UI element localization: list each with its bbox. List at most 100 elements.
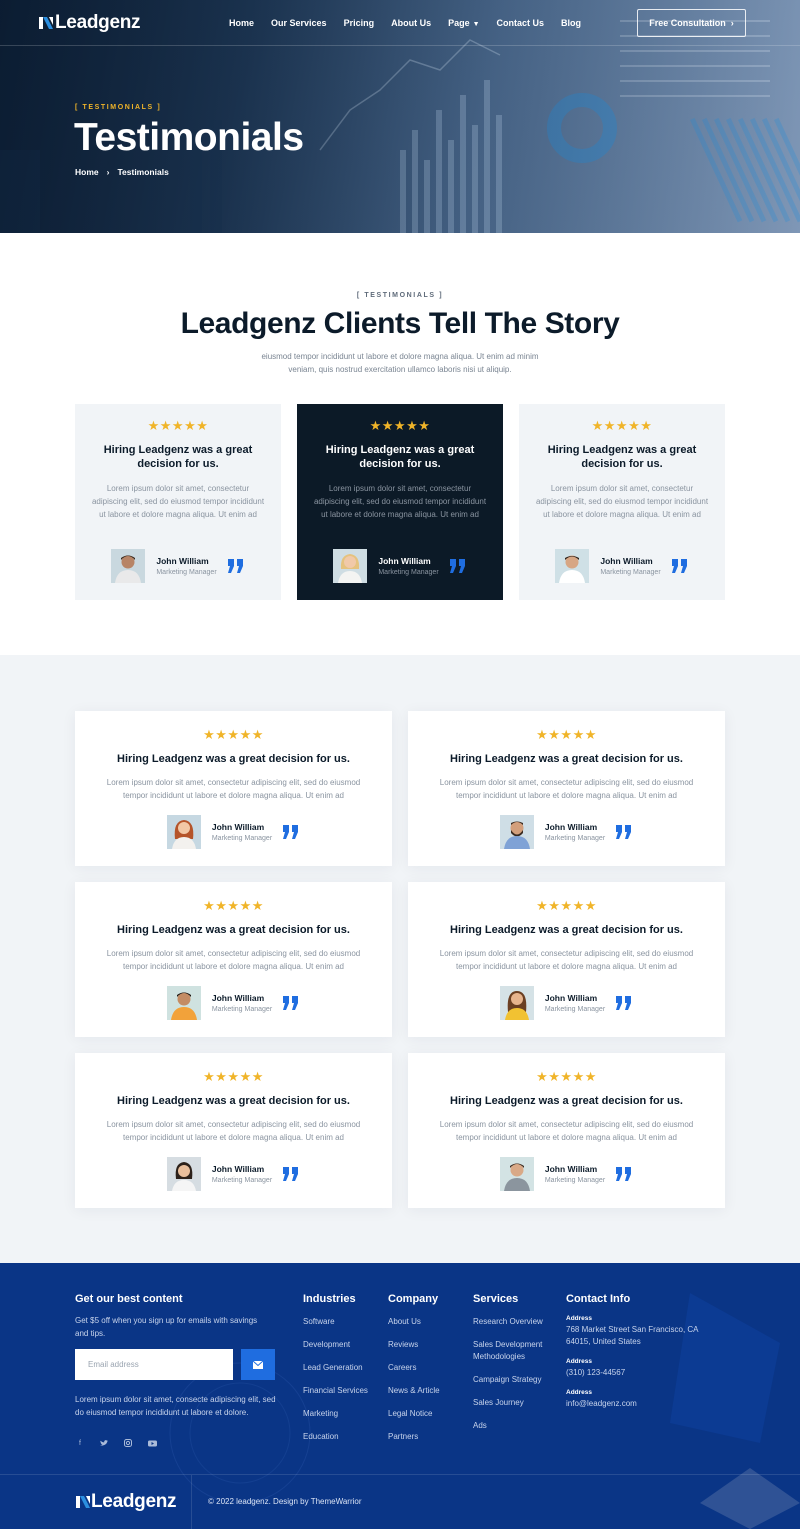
social-links: f [75, 1438, 157, 1448]
testimonial-text: Lorem ipsum dolor sit amet, consectetur … [439, 949, 694, 971]
testimonial-author: John William Marketing Manager [75, 549, 281, 583]
nav-item-page-label: Page [448, 18, 470, 28]
nav-item-our-services[interactable]: Our Services [271, 18, 327, 28]
nav-item-pricing[interactable]: Pricing [344, 18, 375, 28]
breadcrumb-current: Testimonials [117, 167, 169, 177]
footer-description: Lorem ipsum dolor sit amet, consecte adi… [75, 1395, 276, 1417]
email-input[interactable] [75, 1349, 233, 1380]
testimonial-text: Lorem ipsum dolor sit amet, consectetur … [91, 484, 265, 519]
footer-link[interactable]: Financial Services [303, 1385, 368, 1397]
author-name: John William [544, 993, 598, 1003]
footer-link[interactable]: Sales Journey [473, 1397, 553, 1409]
logo-text: Leadgenz [55, 12, 141, 33]
nav-item-page-dropdown[interactable]: Page ▼ [448, 18, 479, 28]
author-name: John William [378, 556, 431, 566]
avatar [166, 986, 201, 1020]
nav-item-blog[interactable]: Blog [561, 18, 581, 28]
avatar [499, 986, 534, 1020]
footer-link[interactable]: Legal Notice [388, 1408, 440, 1420]
testimonial-card: ★★★★★ Hiring Leadgenz was a great decisi… [408, 882, 725, 1037]
newsletter-form [75, 1349, 275, 1380]
avatar [333, 549, 368, 583]
footer-link[interactable]: Partners [388, 1431, 440, 1443]
section-subtitle: eiusmod tempor incididunt ut labore et d… [261, 352, 539, 374]
nav-item-about-us[interactable]: About Us [391, 18, 431, 28]
site-footer: Get our best content Get $5 off when you… [0, 1263, 800, 1529]
subscribe-button[interactable] [241, 1349, 275, 1380]
footer-link[interactable]: Careers [388, 1362, 440, 1374]
footer-link[interactable]: About Us [388, 1316, 440, 1328]
footer-link[interactable]: Lead Generation [303, 1362, 368, 1374]
footer-divider [191, 1475, 192, 1529]
testimonial-card: ★★★★★ Hiring Leadgenz was a great decisi… [75, 404, 281, 600]
author-role: Marketing Manager [600, 569, 661, 576]
testimonial-card: ★★★★★ Hiring Leadgenz was a great decisi… [519, 404, 725, 600]
breadcrumb-home[interactable]: Home [75, 167, 99, 177]
testimonial-text: Lorem ipsum dolor sit amet, consectetur … [106, 1120, 361, 1142]
newsletter-title: Get our best content [75, 1293, 183, 1305]
author-info: John William Marketing Manager [545, 993, 605, 1013]
testimonial-author: John William Marketing Manager [408, 815, 725, 849]
site-logo[interactable]: Leadgenz [38, 12, 141, 34]
avatar [166, 1157, 201, 1191]
testimonial-author: John William Marketing Manager [408, 1157, 725, 1191]
testimonials-grid-section: ★★★★★ Hiring Leadgenz was a great decisi… [0, 655, 800, 1263]
industries-title: Industries [303, 1293, 356, 1305]
author-role: Marketing Manager [544, 1177, 606, 1184]
rating-stars-icon: ★★★★★ [203, 1069, 264, 1084]
chevron-right-icon: › [730, 18, 734, 28]
breadcrumb-separator-icon: › [106, 167, 110, 177]
quote-icon [671, 559, 687, 573]
facebook-icon[interactable]: f [75, 1438, 85, 1448]
page-title: Testimonials [74, 116, 304, 159]
youtube-icon[interactable] [147, 1438, 157, 1448]
footer-link[interactable]: News & Article [388, 1385, 440, 1397]
testimonial-title: Hiring Leadgenz was a great decision for… [325, 444, 475, 470]
hero-banner: Leadgenz Home Our Services Pricing About… [0, 0, 800, 233]
footer-link[interactable]: Research Overview [473, 1316, 553, 1328]
author-info: John William Marketing Manager [378, 556, 438, 576]
footer-link[interactable]: Marketing [303, 1408, 368, 1420]
instagram-icon[interactable] [123, 1438, 133, 1448]
nav-item-home[interactable]: Home [229, 18, 254, 28]
author-name: John William [544, 822, 598, 832]
rating-stars-icon: ★★★★★ [536, 1069, 597, 1084]
footer-logo[interactable]: Leadgenz [75, 1491, 177, 1513]
footer-link[interactable]: Development [303, 1339, 368, 1351]
footer-link[interactable]: Campaign Strategy [473, 1374, 553, 1386]
testimonial-author: John William Marketing Manager [75, 815, 392, 849]
author-info: John William Marketing Manager [212, 1164, 272, 1184]
footer-link[interactable]: Reviews [388, 1339, 440, 1351]
quote-icon [449, 559, 465, 573]
avatar [166, 815, 201, 849]
testimonial-author: John William Marketing Manager [75, 986, 392, 1020]
logo-mark-icon [39, 17, 53, 29]
logo-mark-icon [76, 1496, 90, 1508]
contact-title: Contact Info [566, 1293, 631, 1305]
testimonial-text: Lorem ipsum dolor sit amet, consectetur … [106, 949, 361, 971]
footer-link[interactable]: Education [303, 1431, 368, 1443]
contact-email-label: Address [566, 1389, 593, 1396]
cta-label: Free Consultation [649, 18, 726, 28]
testimonial-card: ★★★★★ Hiring Leadgenz was a great decisi… [75, 711, 392, 866]
contact-email[interactable]: info@leadgenz.com [566, 1398, 716, 1410]
testimonial-text: Lorem ipsum dolor sit amet, consectetur … [106, 778, 361, 800]
twitter-icon[interactable] [99, 1438, 109, 1448]
testimonial-card: ★★★★★ Hiring Leadgenz was a great decisi… [75, 882, 392, 1037]
author-info: John William Marketing Manager [156, 556, 216, 576]
footer-link[interactable]: Software [303, 1316, 368, 1328]
author-name: John William [156, 556, 209, 566]
footer-link[interactable]: Sales Development Methodologies [473, 1339, 553, 1363]
newsletter-column: Get our best content Get $5 off when you… [75, 1293, 270, 1340]
contact-phone[interactable]: (310) 123-44567 [566, 1367, 716, 1379]
footer-link[interactable]: Ads [473, 1420, 553, 1432]
nav-item-contact-us[interactable]: Contact Us [497, 18, 545, 28]
quote-icon [616, 825, 632, 839]
free-consultation-button[interactable]: Free Consultation › [637, 9, 746, 37]
contact-address: 768 Market Street San Francisco, CA 6401… [566, 1325, 699, 1346]
rating-stars-icon: ★★★★★ [536, 727, 597, 742]
author-info: John William Marketing Manager [212, 822, 272, 842]
footer-logo-text: Leadgenz [91, 1491, 177, 1512]
testimonial-author: John William Marketing Manager [408, 986, 725, 1020]
author-role: Marketing Manager [211, 1177, 273, 1184]
